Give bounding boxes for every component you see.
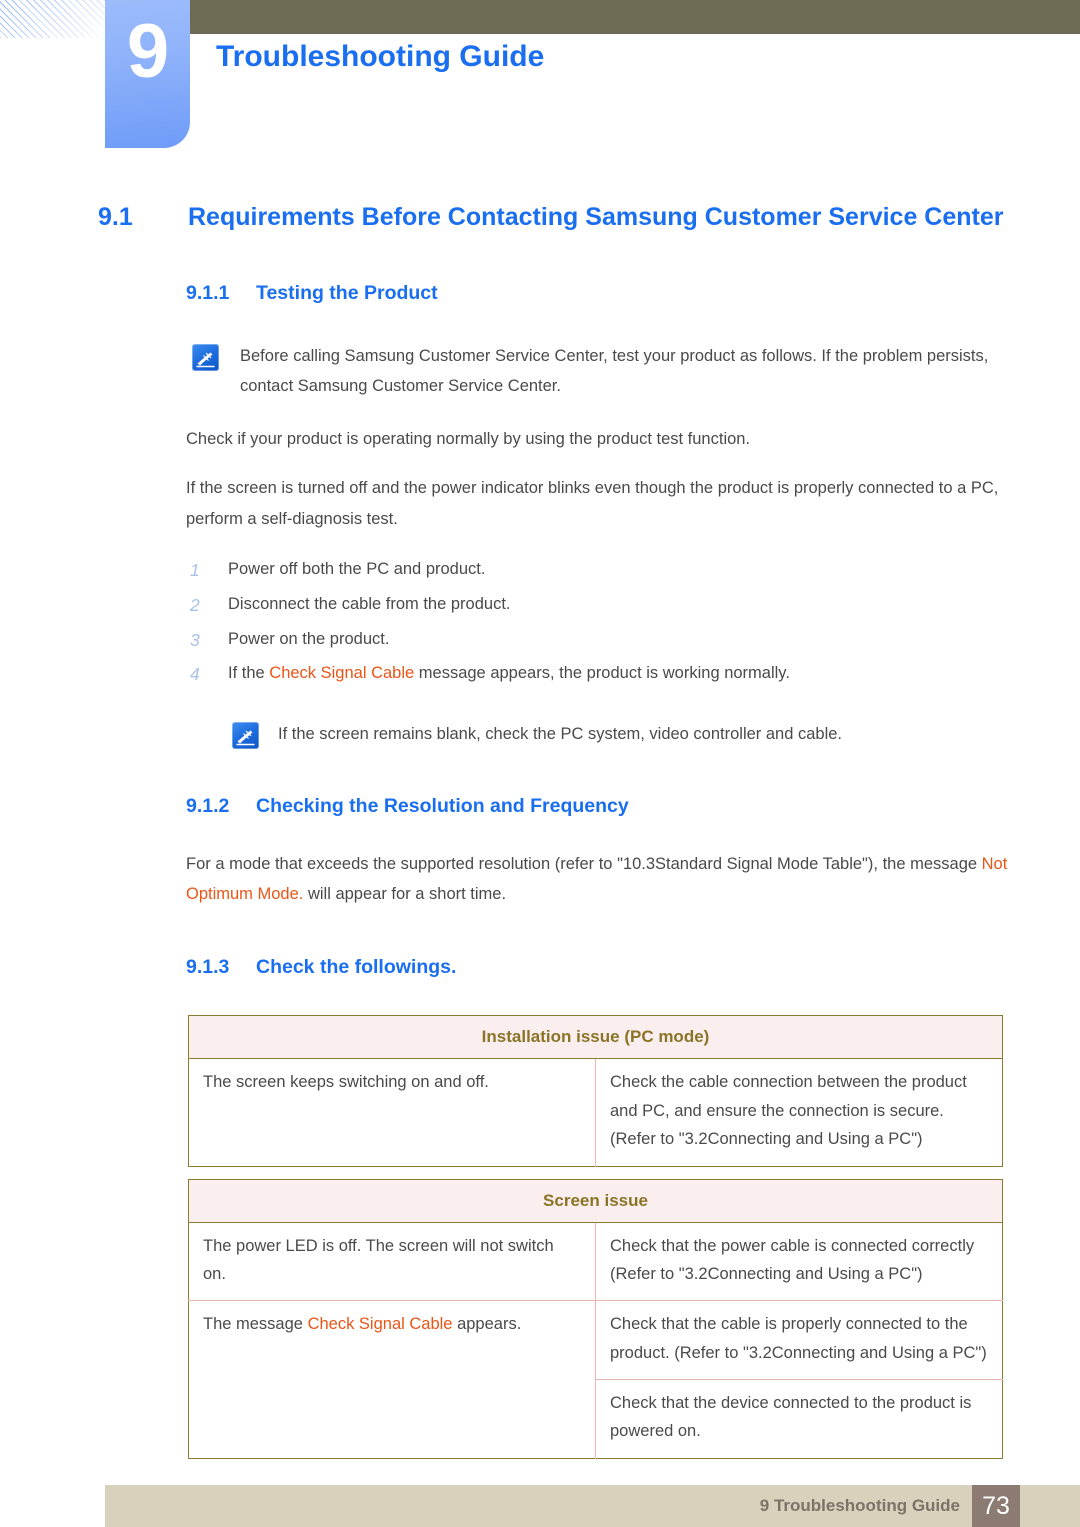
paragraph-self-diagnosis: If the screen is turned off and the powe… [186,478,999,528]
step-text-post: message appears, the product is working … [414,664,790,683]
table-cell-problem: The power LED is off. The screen will no… [203,1236,554,1283]
table-header-row: Screen issue [188,1179,1003,1223]
chapter-tab: 9 [105,0,190,148]
subsection-number-913: 9.1.3 [186,956,230,979]
step-number: 2 [190,594,200,615]
note-pen-icon [232,721,259,749]
step-text-pre: If the [228,664,270,683]
hatch-decoration [0,0,108,38]
table-cell-problem: The message Check Signal Cable appears. [188,1300,596,1459]
step-number: 3 [190,629,200,650]
header-olive-bar [190,0,1080,34]
step-text: Power on the product. [228,629,390,648]
list-item: 3 Power on the product. [0,622,1080,657]
problem-post: appears. [452,1315,522,1334]
subsection-heading-912: 9.1.2 Checking the Resolution and Frequen… [0,793,1080,820]
step-number: 1 [190,560,200,581]
page-content: 9.1 Requirements Before Contacting Samsu… [0,200,1080,1459]
chapter-title: Troubleshooting Guide [216,40,545,73]
section-heading: 9.1 Requirements Before Contacting Samsu… [0,200,1078,236]
subsection-heading-913: 9.1.3 Check the followings. [0,954,1080,981]
subsection-title-911: Testing the Product [256,281,438,304]
paragraph-pre: For a mode that exceeds the supported re… [186,854,982,873]
step-text: Disconnect the cable from the product. [228,594,511,613]
table-cell-problem: The screen keeps switching on and off. [203,1073,489,1092]
table-cell-solution: Check that the power cable is connected … [595,1222,1003,1301]
subsection-number-911: 9.1.1 [186,281,230,304]
note-callout-1: Before calling Samsung Customer Service … [0,341,1080,402]
note-text-2: If the screen remains blank, check the P… [278,724,843,743]
list-item: 1 Power off both the PC and product. [0,552,1080,587]
subsection-number-912: 9.1.2 [186,795,230,818]
table-cell-solution: Check the cable connection between the p… [595,1058,1003,1167]
check-signal-cable-highlight: Check Signal Cable [307,1315,453,1334]
table-cell-solution: Check that the cable is properly connect… [595,1300,1003,1380]
table-cell-solution: Check that the device connected to the p… [595,1379,1003,1459]
note-pen-icon [192,343,219,371]
footer-chapter-label: 9 Troubleshooting Guide [759,1496,960,1515]
section-number: 9.1 [98,203,133,231]
step-number: 4 [190,664,200,685]
subsection-heading-911: 9.1.1 Testing the Product [0,280,1080,307]
problem-pre: The message [203,1315,308,1334]
table-header-screen: Screen issue [188,1179,1003,1223]
table-row: The power LED is off. The screen will no… [189,1222,1003,1301]
paragraph-not-optimum-mode: For a mode that exceeds the supported re… [0,849,1080,910]
footer-page-box: 73 [972,1485,1020,1527]
chapter-number: 9 [126,9,169,94]
table-row: The screen keeps switching on and off. C… [189,1058,1003,1167]
page-footer: 9 Troubleshooting Guide 73 [105,1485,1080,1527]
diagnosis-steps-list: 1 Power off both the PC and product. 2 D… [0,552,1080,691]
step-text: Power off both the PC and product. [228,560,486,579]
page-header: 9 Troubleshooting Guide [0,0,1080,160]
paragraph-post: will appear for a short time. [303,885,507,904]
subsection-title-913: Check the followings. [256,956,457,979]
installation-issue-table: Installation issue (PC mode) The screen … [188,1015,1003,1167]
screen-issue-table: Screen issue The power LED is off. The s… [188,1178,1003,1459]
table-header-installation: Installation issue (PC mode) [188,1015,1003,1060]
page-number: 73 [982,1492,1010,1520]
list-item: 2 Disconnect the cable from the product. [0,587,1080,622]
note-callout-2: If the screen remains blank, check the P… [0,719,1080,750]
note-text-1: Before calling Samsung Customer Service … [240,346,989,396]
table-row: The message Check Signal Cable appears. … [188,1300,1003,1459]
section-title: Requirements Before Contacting Samsung C… [188,203,1004,231]
list-item: 4 If the Check Signal Cable message appe… [0,656,1080,691]
check-signal-cable-highlight: Check Signal Cable [269,664,415,683]
paragraph-test-function: Check if your product is operating norma… [186,430,751,449]
table-header-row: Installation issue (PC mode) [188,1015,1003,1060]
subsection-title-912: Checking the Resolution and Frequency [256,795,629,818]
